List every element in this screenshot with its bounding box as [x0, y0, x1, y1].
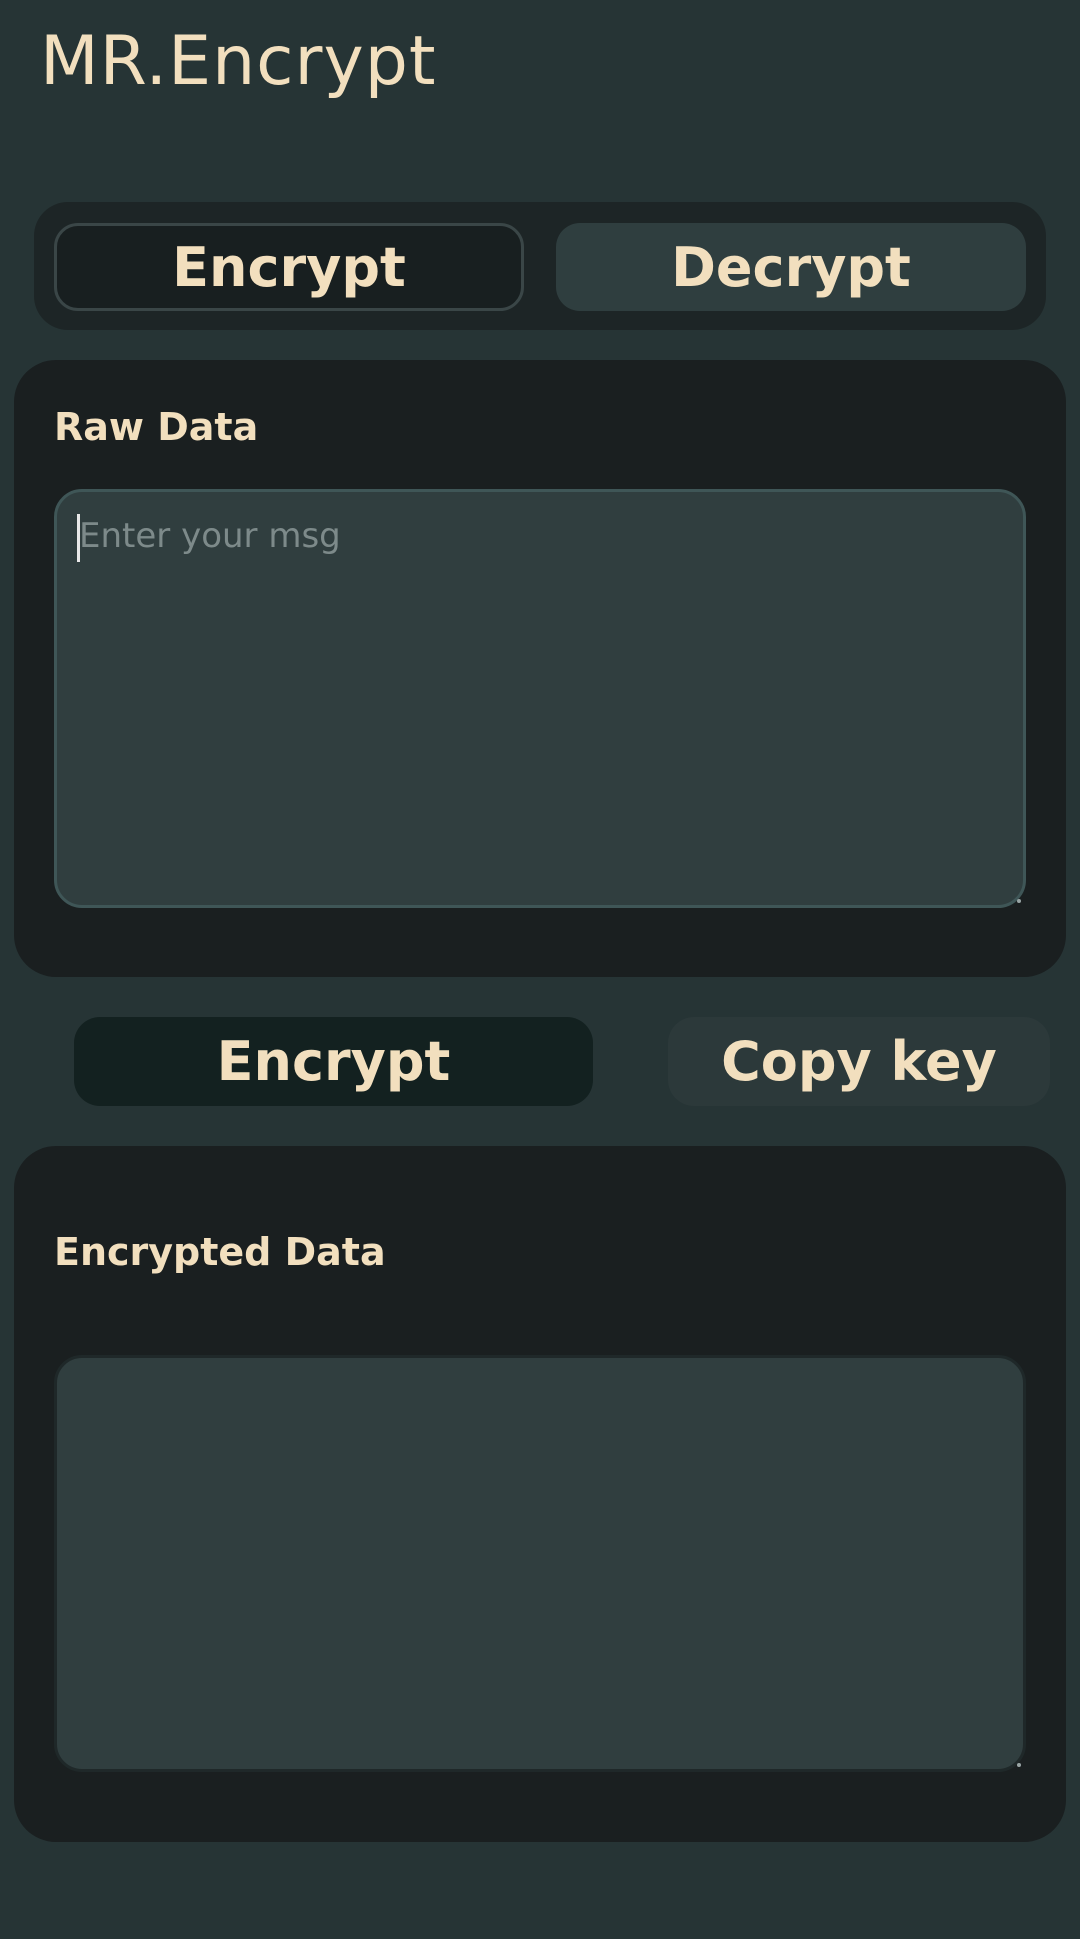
raw-data-card: Raw Data Enter your msg: [14, 360, 1066, 977]
encrypted-data-card: Encrypted Data: [14, 1146, 1066, 1842]
tab-decrypt[interactable]: Decrypt: [556, 223, 1026, 311]
encrypt-button[interactable]: Encrypt: [74, 1017, 593, 1106]
text-caret: [77, 514, 80, 562]
resize-handle-icon[interactable]: [1017, 899, 1021, 903]
copy-key-button[interactable]: Copy key: [668, 1017, 1050, 1106]
raw-data-input[interactable]: Enter your msg: [54, 489, 1026, 908]
mode-switch: Encrypt Decrypt: [34, 202, 1046, 330]
raw-data-label: Raw Data: [54, 405, 259, 449]
app-title: MR.Encrypt: [40, 22, 437, 101]
raw-data-placeholder: Enter your msg: [79, 516, 341, 556]
resize-handle-icon[interactable]: [1017, 1763, 1021, 1767]
tab-encrypt[interactable]: Encrypt: [54, 223, 524, 311]
encrypted-data-output[interactable]: [54, 1355, 1026, 1772]
encrypted-data-label: Encrypted Data: [54, 1230, 386, 1274]
